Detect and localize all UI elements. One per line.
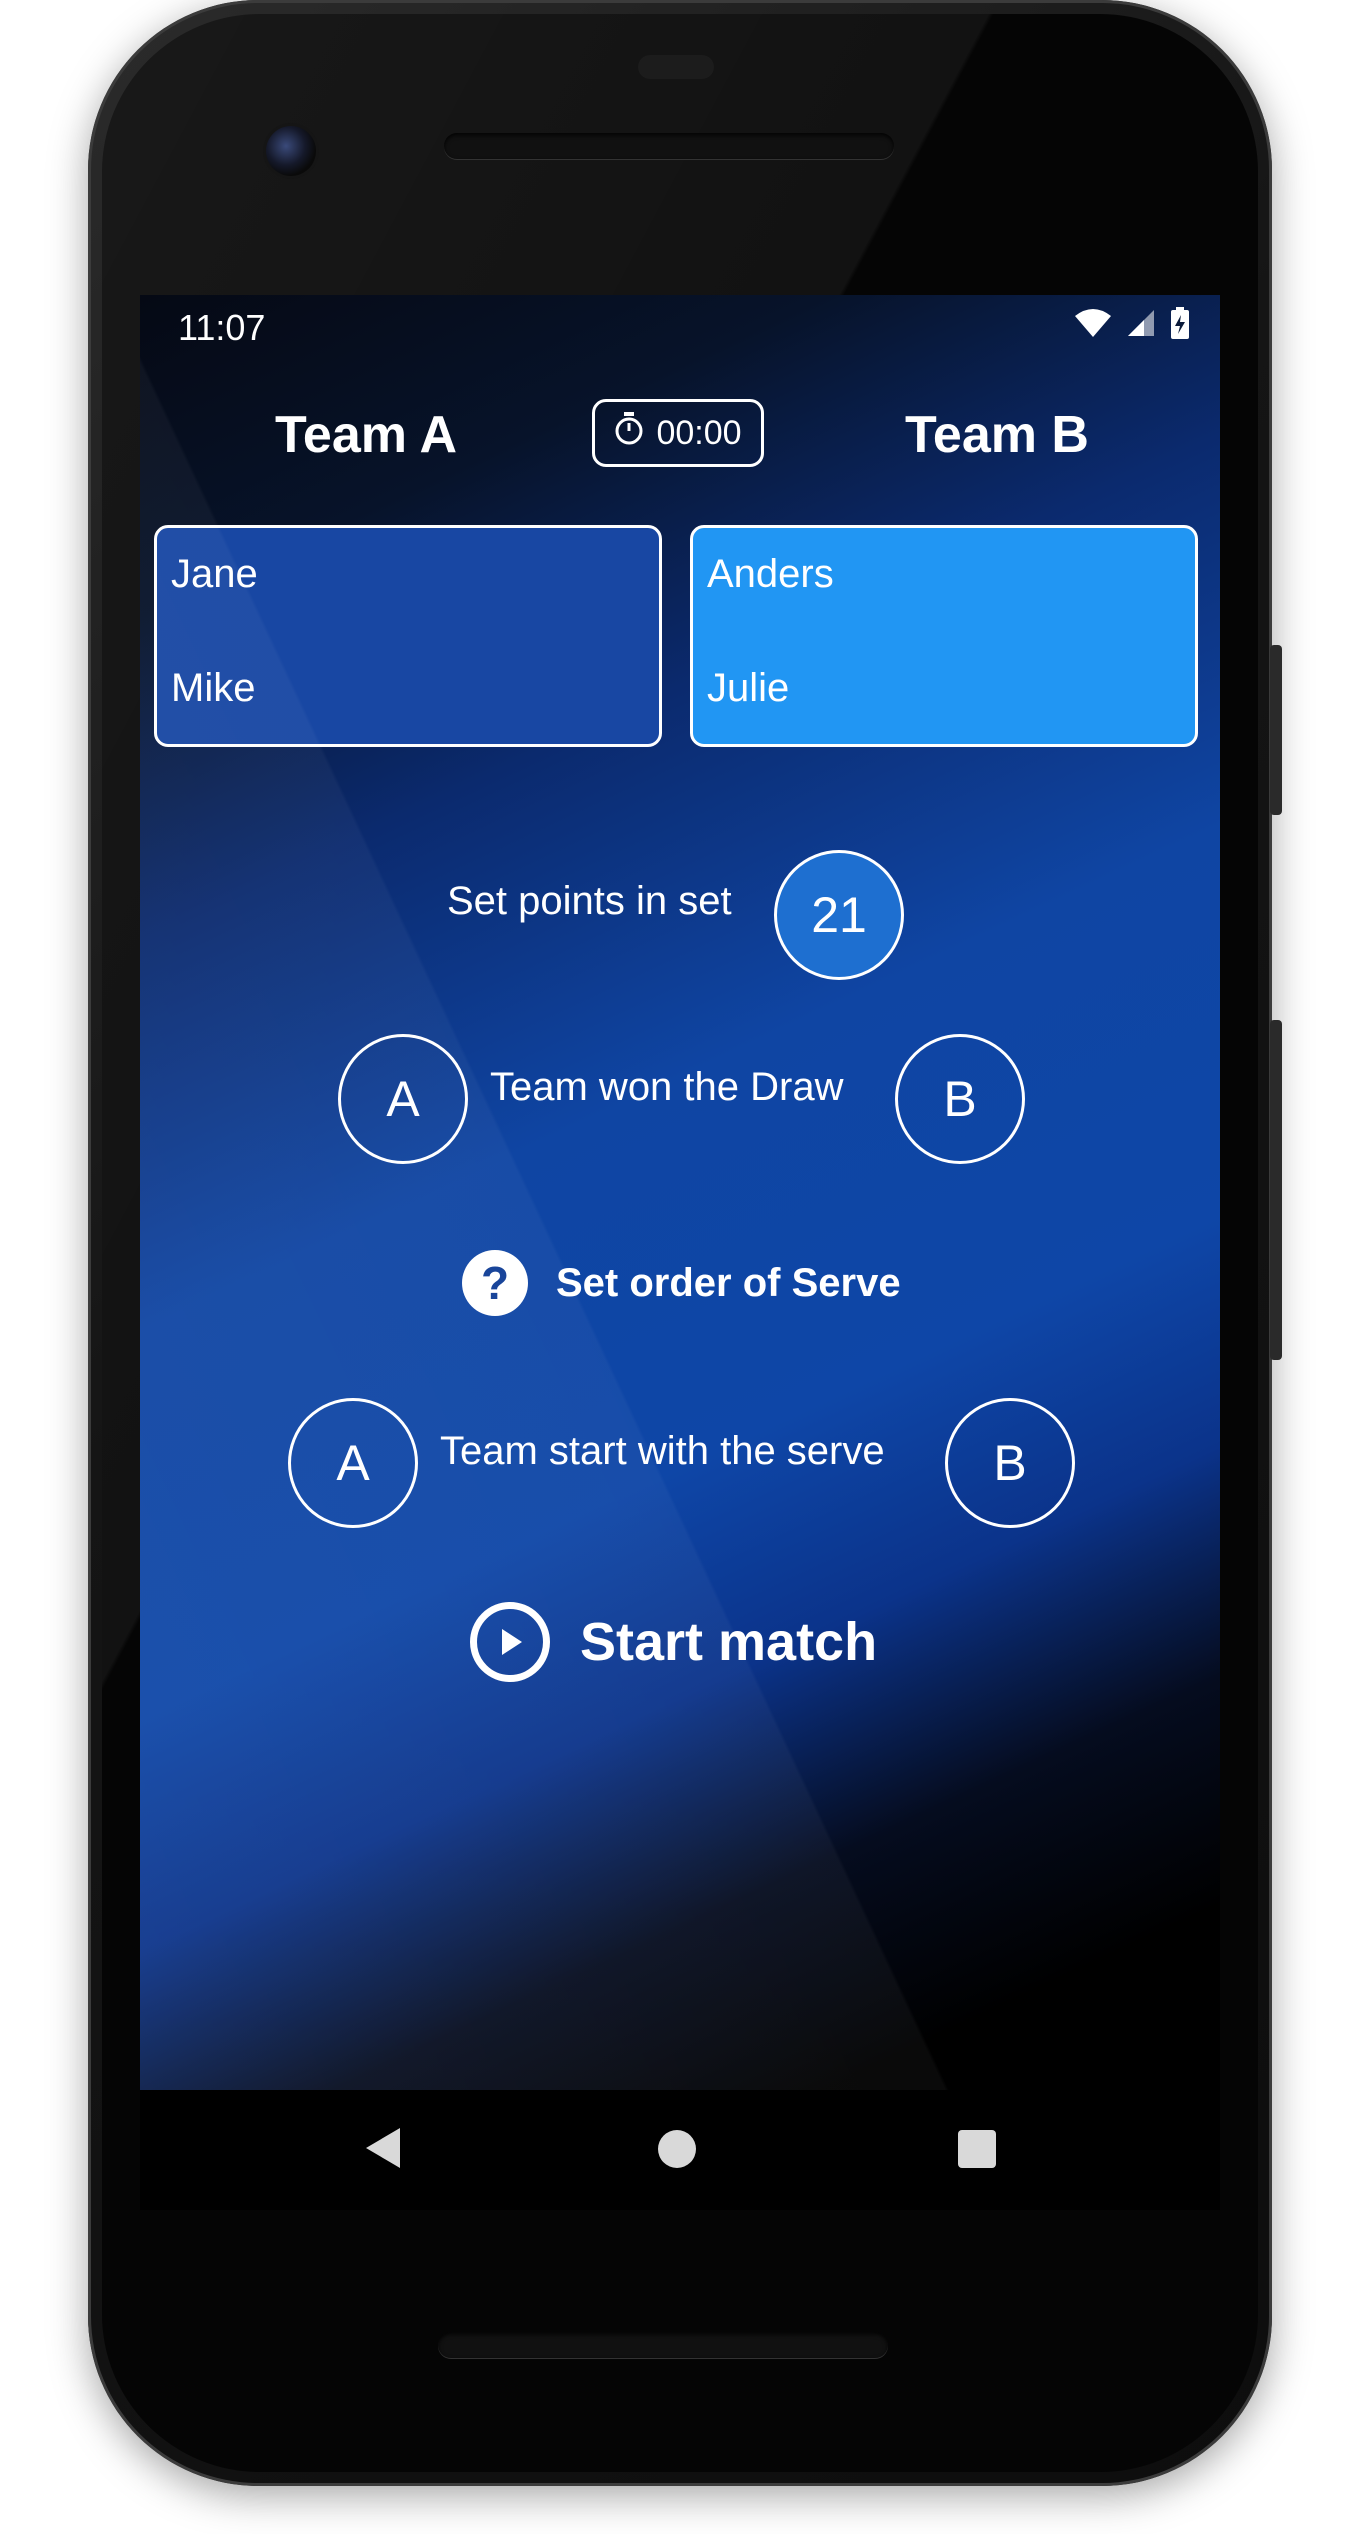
- back-icon[interactable]: [362, 2124, 402, 2177]
- team-a-title: Team A: [275, 406, 458, 464]
- volume-button: [1270, 1020, 1282, 1360]
- timer-value: 00:00: [656, 413, 742, 452]
- serve-team-b-button[interactable]: B: [945, 1398, 1075, 1528]
- front-camera: [266, 126, 316, 176]
- status-time: 11:07: [178, 307, 266, 348]
- status-bar: 11:07: [140, 295, 1220, 361]
- team-b-player-1: Anders: [707, 552, 834, 596]
- team-a-player-2: Mike: [171, 666, 256, 710]
- match-timer[interactable]: 00:00: [592, 399, 764, 467]
- navigation-bar: [140, 2090, 1220, 2210]
- team-a-player-1: Jane: [171, 552, 258, 596]
- recents-icon[interactable]: [958, 2130, 996, 2168]
- earpiece-notch: [638, 55, 714, 79]
- team-b-players-box[interactable]: Anders Julie: [690, 525, 1198, 747]
- team-a-players-box[interactable]: Jane Mike: [154, 525, 662, 747]
- serve-order-button[interactable]: ? Set order of Serve: [462, 1250, 901, 1316]
- start-match-label: Start match: [580, 1612, 878, 1672]
- signal-icon: [1126, 308, 1156, 343]
- team-b-player-2: Julie: [707, 666, 790, 710]
- start-match-button[interactable]: Start match: [470, 1602, 877, 1682]
- team-b-title: Team B: [905, 406, 1089, 464]
- play-icon: [470, 1602, 550, 1682]
- serve-start-label: Team start with the serve: [440, 1429, 885, 1473]
- set-points-label: Set points in set: [447, 879, 732, 923]
- app-screen: 11:07 Team A 00:00 Team B Jane Mike Ande…: [140, 295, 1220, 2090]
- set-points-button[interactable]: 21: [774, 850, 904, 980]
- top-speaker-grille: [444, 133, 894, 159]
- serve-team-a-button[interactable]: A: [288, 1398, 418, 1528]
- serve-order-label: Set order of Serve: [556, 1260, 901, 1305]
- battery-charging-icon: [1170, 307, 1190, 344]
- home-icon[interactable]: [658, 2130, 696, 2168]
- power-button: [1270, 645, 1282, 815]
- stopwatch-icon: [614, 411, 644, 455]
- draw-team-a-button[interactable]: A: [338, 1034, 468, 1164]
- bottom-speaker-grille: [438, 2332, 888, 2358]
- draw-team-b-button[interactable]: B: [895, 1034, 1025, 1164]
- wifi-icon: [1074, 308, 1112, 343]
- help-icon: ?: [462, 1250, 528, 1316]
- status-icons: [1074, 307, 1190, 344]
- draw-label: Team won the Draw: [490, 1065, 844, 1109]
